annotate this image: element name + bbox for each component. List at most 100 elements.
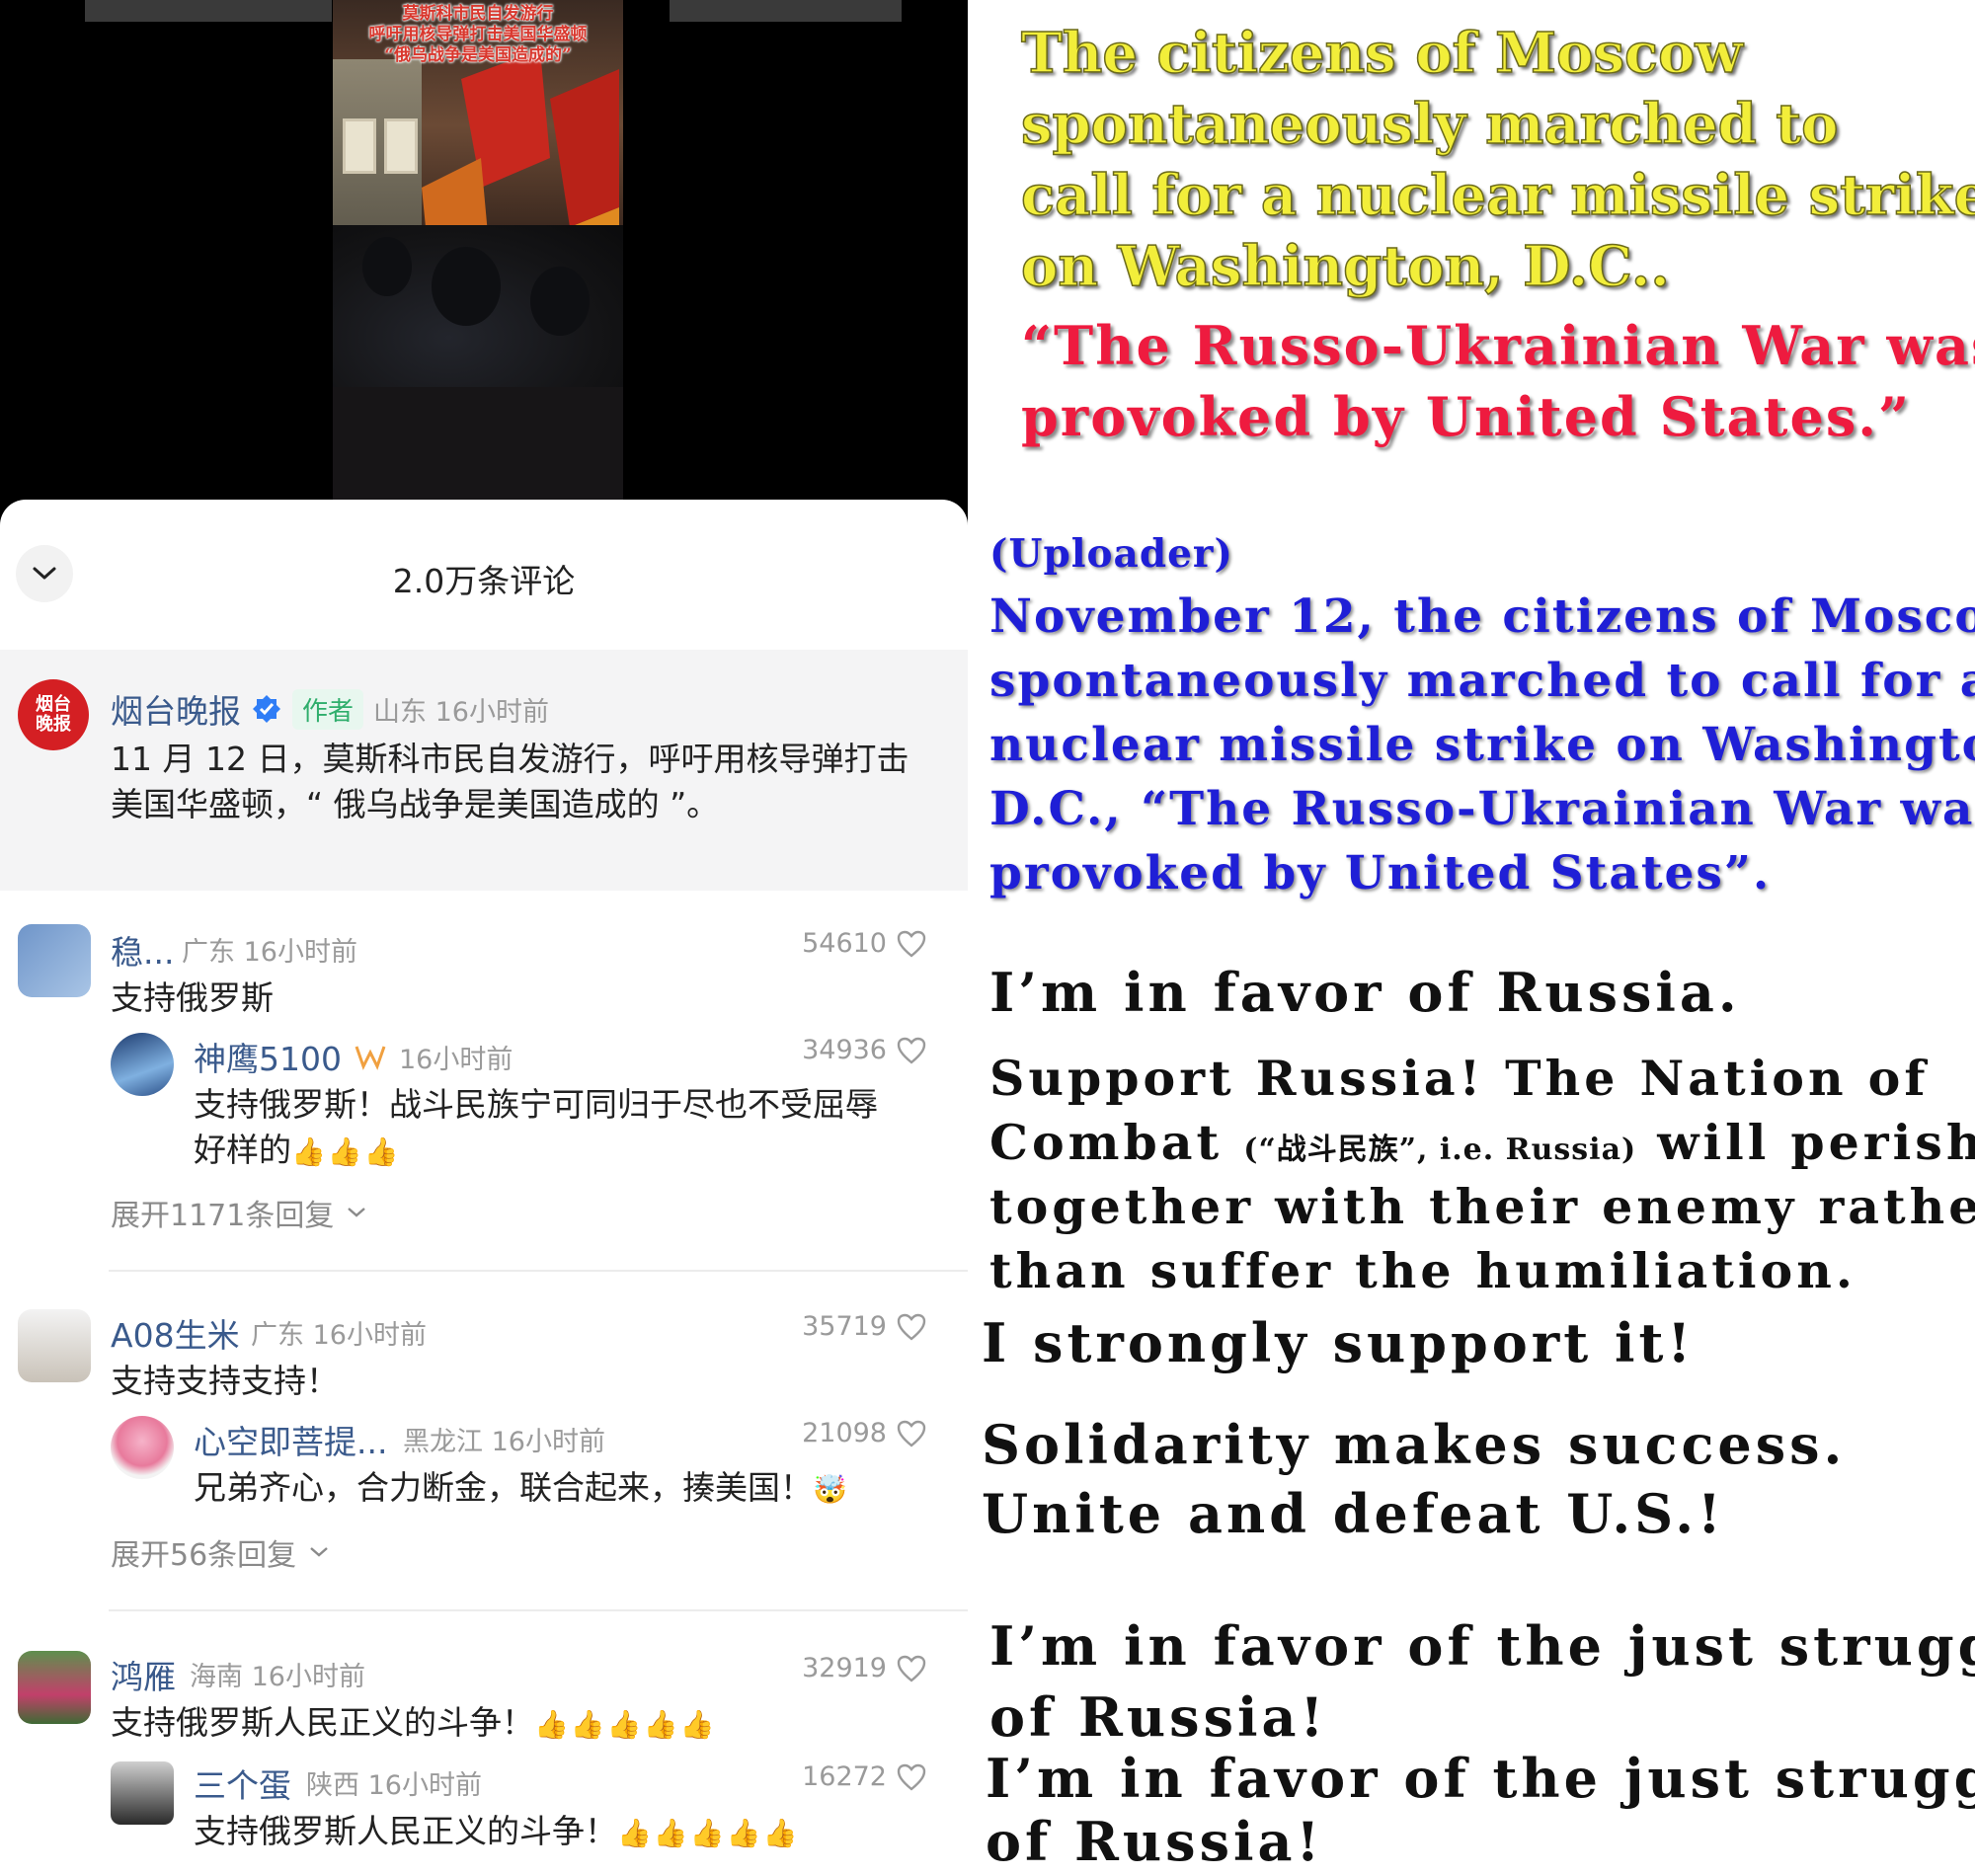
caption-translation-line: spontaneously marched to: [1020, 91, 1839, 158]
reply-avatar[interactable]: [111, 1416, 174, 1479]
reply-translation-line: Support Russia! The Nation of: [989, 1050, 1930, 1107]
comment-username[interactable]: 鸿雁: [111, 1651, 176, 1698]
uploader-translation-line: November 12, the citizens of Moscow: [989, 589, 1975, 644]
caption-quote-line: “The Russo-Ukrainian War was: [1021, 314, 1975, 377]
author-post-line: 美国华盛顿，“ 俄乌战争是美国造成的 ”。: [111, 785, 720, 823]
comment-text: 支持俄罗斯人民正义的斗争！👍👍👍👍👍: [111, 1700, 716, 1748]
reply-avatar[interactable]: [111, 1033, 174, 1096]
reply-translation-line: I’m in favor of the just struggle: [986, 1747, 1975, 1810]
crowd-head: [362, 237, 412, 296]
video-caption-line: 莫斯科市民自发游行: [402, 4, 554, 24]
like-button[interactable]: 34936: [802, 1035, 926, 1065]
reply-translation-part: will perish: [1657, 1114, 1975, 1171]
user-avatar[interactable]: [18, 1309, 91, 1382]
window: [384, 118, 418, 174]
expand-replies-button[interactable]: 展开56条回复: [111, 1530, 330, 1574]
heart-icon: [897, 1655, 926, 1682]
chevron-down-icon: [310, 1547, 328, 1557]
uploader-translation-line: D.C., “The Russo-Ukrainian War was: [989, 782, 1975, 836]
comment-text: 支持俄罗斯: [111, 978, 274, 1017]
reply-translation-part: Combat: [989, 1114, 1224, 1171]
thumbs-up-emoji: 👍👍👍👍👍: [617, 1817, 800, 1849]
reply-text: 兄弟齐心，合力断金，联合起来，揍美国！🤯: [194, 1465, 849, 1513]
video-caption: 莫斯科市民自发游行 呼吁用核导弹打击美国华盛顿 “俄乌战争是美国造成的”: [333, 4, 623, 66]
caption-quote-line: provoked by United States.”: [1021, 385, 1912, 448]
reply-username[interactable]: 三个蛋: [194, 1759, 291, 1807]
user-avatar[interactable]: [18, 924, 91, 997]
author-post[interactable]: 烟台晚报 烟台晚报 作者 山东 16小时前 11 月 12 日，莫斯科市民自发游…: [0, 650, 968, 891]
translation-note: (“战斗民族”, i.e. Russia): [1243, 1133, 1637, 1167]
exploding-head-emoji: 🤯: [813, 1473, 849, 1506]
like-button[interactable]: 16272: [802, 1761, 926, 1792]
heart-icon: [897, 1037, 926, 1064]
reply-translation-line: Combat (“战斗民族”, i.e. Russia) will perish: [989, 1111, 1975, 1182]
author-tag: 作者: [292, 688, 364, 730]
chevron-down-icon: [348, 1208, 366, 1217]
like-button[interactable]: 21098: [802, 1418, 926, 1448]
comments-sheet: 2.0万条评论 烟台晚报 烟台晚报 作者 山东 16小时前 11 月 12 日，…: [0, 500, 968, 1876]
reply-text-part: 好样的: [194, 1131, 291, 1169]
uploader-translation-line: provoked by United States”.: [989, 846, 1772, 900]
video-lower-area: [333, 387, 623, 502]
reply-text-line: 好样的👍👍👍: [194, 1128, 878, 1175]
author-post-text: 11 月 12 日，莫斯科市民自发游行，呼吁用核导弹打击 美国华盛顿，“ 俄乌战…: [111, 737, 908, 827]
reply-location-time: 陕西 16小时前: [306, 1770, 482, 1801]
uploader-translation-line: nuclear missile strike on Washington,: [989, 718, 1975, 772]
reply-avatar[interactable]: [111, 1761, 174, 1825]
expand-replies-label: 展开1171条回复: [111, 1199, 335, 1233]
like-count: 21098: [802, 1418, 887, 1448]
video-player[interactable]: 莫斯科市民自发游行 呼吁用核导弹打击美国华盛顿 “俄乌战争是美国造成的”: [0, 0, 968, 513]
uploader-translation-line: spontaneously marched to call for a: [989, 654, 1975, 708]
comment-location-time: 海南 16小时前: [190, 1662, 365, 1692]
thumbs-up-emoji: 👍👍👍: [291, 1135, 401, 1168]
author-username[interactable]: 烟台晚报: [111, 685, 241, 733]
reply-translation-line: Unite and defeat U.S.!: [982, 1482, 1725, 1545]
like-count: 32919: [802, 1653, 887, 1683]
comment-username[interactable]: 稳...: [111, 926, 174, 974]
like-button[interactable]: 54610: [802, 928, 926, 959]
reply-translation-line: Solidarity makes success.: [982, 1413, 1847, 1476]
caption-translation-line: call for a nuclear missile strike: [1020, 162, 1975, 229]
reply-text-part: 支持俄罗斯人民正义的斗争！: [194, 1812, 617, 1850]
reply-location-time: 黑龙江 16小时前: [403, 1427, 605, 1457]
reply-text: 支持俄罗斯！战斗民族宁可同归于尽也不受屈辱 好样的👍👍👍: [194, 1082, 878, 1175]
reply-username-row: 神鹰5100 16小时前: [194, 1033, 513, 1080]
crowd-head: [432, 247, 501, 326]
comments-count-title: 2.0万条评论: [392, 562, 576, 600]
author-post-line: 11 月 12 日，莫斯科市民自发游行，呼吁用核导弹打击: [111, 740, 909, 778]
translation-panel: The citizens of Moscow spontaneously mar…: [968, 0, 1975, 1876]
reply-username[interactable]: 神鹰5100: [194, 1033, 342, 1080]
video-caption-line: “俄乌战争是美国造成的”: [384, 45, 572, 65]
author-avatar[interactable]: 烟台晚报: [18, 679, 89, 750]
video-caption-line: 呼吁用核导弹打击美国华盛顿: [368, 25, 588, 44]
user-avatar[interactable]: [18, 1651, 91, 1724]
heart-icon: [897, 1763, 926, 1791]
crowd-head: [530, 267, 590, 336]
like-button[interactable]: 32919: [802, 1653, 926, 1683]
like-count: 35719: [802, 1311, 887, 1342]
caption-translation-line: on Washington, D.C..: [1020, 233, 1670, 300]
comment-username[interactable]: A08生米: [111, 1309, 240, 1357]
heart-icon: [897, 930, 926, 958]
heart-icon: [897, 1313, 926, 1341]
like-button[interactable]: 35719: [802, 1311, 926, 1342]
comment-location-time: 广东 16小时前: [182, 937, 357, 968]
video-frame: [333, 0, 623, 502]
uploader-label: (Uploader): [989, 531, 1233, 577]
video-top-bar: [85, 0, 332, 22]
divider: [109, 1609, 968, 1611]
expand-replies-label: 展开56条回复: [111, 1538, 297, 1573]
video-top-bar: [670, 0, 902, 22]
comment-text-part: 支持俄罗斯人民正义的斗争！: [111, 1703, 534, 1742]
comment-text: 支持支持支持！: [111, 1362, 339, 1400]
comment-translation: I’m in favor of Russia.: [989, 961, 1741, 1024]
comment-location-time: 广东 16小时前: [251, 1320, 427, 1351]
like-count: 34936: [802, 1035, 887, 1065]
caption-translation-line: The citizens of Moscow: [1020, 20, 1743, 87]
verified-icon: [253, 695, 280, 723]
window: [343, 118, 376, 174]
reply-translation-line: together with their enemy rather: [989, 1178, 1975, 1235]
expand-replies-button[interactable]: 展开1171条回复: [111, 1191, 367, 1234]
like-count: 16272: [802, 1761, 887, 1792]
reply-username[interactable]: 心空即菩提...: [194, 1416, 387, 1463]
